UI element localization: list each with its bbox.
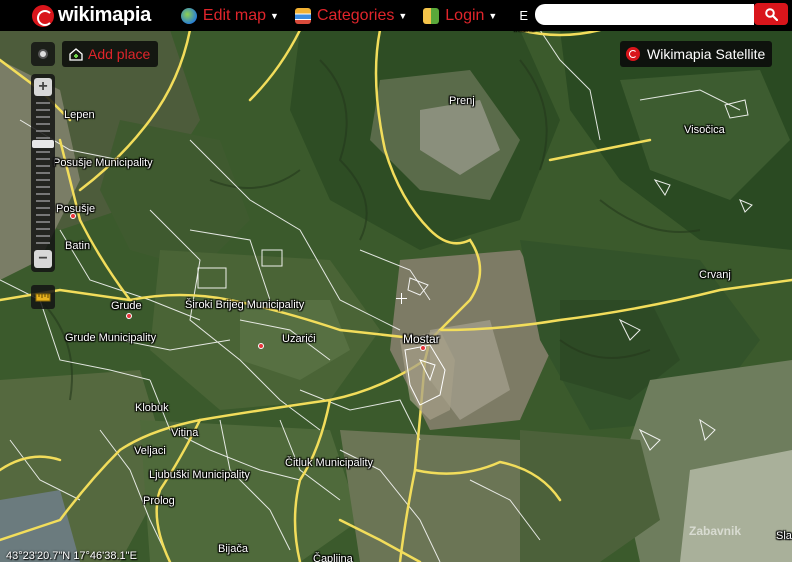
- place-label[interactable]: Vitina: [171, 427, 198, 439]
- wikimapia-icon: [626, 47, 640, 61]
- place-marker[interactable]: [70, 213, 76, 219]
- login-icon: [423, 7, 440, 24]
- search-button[interactable]: [754, 3, 788, 25]
- map-type-button[interactable]: Wikimapia Satellite: [620, 41, 772, 67]
- place-label[interactable]: Prenj: [449, 95, 475, 107]
- wikimapia-logo[interactable]: wikimapia: [32, 0, 151, 31]
- caret-down-icon: ▼: [270, 10, 279, 21]
- place-label[interactable]: Grude Municipality: [65, 332, 156, 344]
- place-label[interactable]: Ljubuški Municipality: [149, 469, 250, 481]
- caret-down-icon: ▼: [488, 10, 498, 21]
- login-menu[interactable]: Login ▼: [423, 0, 497, 31]
- place-label[interactable]: Čapljina: [313, 553, 353, 562]
- place-marker[interactable]: [258, 343, 264, 349]
- place-label[interactable]: Grude: [111, 300, 142, 312]
- place-label[interactable]: Posušje: [56, 203, 95, 215]
- add-place-icon: [69, 48, 83, 61]
- place-label[interactable]: Lepen: [64, 109, 95, 121]
- globe-icon: [180, 7, 197, 24]
- zoom-slider-track[interactable]: [36, 102, 50, 244]
- edit-map-menu[interactable]: Edit map ▼: [180, 0, 279, 31]
- more-menu[interactable]: E: [519, 8, 528, 23]
- categories-icon: [294, 7, 311, 24]
- add-place-label: Add place: [88, 46, 151, 62]
- search-icon: [764, 7, 778, 21]
- categories-menu[interactable]: Categories ▼: [294, 0, 408, 31]
- edit-map-label: Edit map: [202, 6, 267, 24]
- map-type-label: Wikimapia Satellite: [647, 46, 766, 62]
- zoom-control: + −: [31, 74, 55, 272]
- zoom-in-button[interactable]: +: [34, 78, 52, 96]
- add-place-button[interactable]: Add place: [62, 41, 159, 67]
- zoom-slider-thumb[interactable]: [32, 139, 54, 148]
- place-label[interactable]: Bijača: [218, 543, 248, 555]
- login-label: Login: [445, 6, 485, 24]
- place-label[interactable]: Sla: [776, 530, 792, 542]
- place-label[interactable]: Posušje Municipality: [53, 157, 153, 169]
- place-label[interactable]: Uzarići: [282, 333, 316, 345]
- search-input[interactable]: [535, 4, 754, 25]
- place-label[interactable]: Široki Brijeg Municipality: [185, 299, 304, 311]
- place-label[interactable]: Klobuk: [135, 402, 169, 414]
- zoom-out-button[interactable]: −: [34, 250, 52, 268]
- map-imagery: [0, 0, 792, 562]
- categories-label: Categories: [316, 6, 395, 24]
- coordinates-readout: 43°23'20.7"N 17°46'38.1"E: [6, 550, 137, 562]
- caret-down-icon: ▼: [398, 10, 408, 21]
- top-bar: wikimapia Edit map ▼ Categories ▼ Login …: [0, 0, 792, 31]
- map-crosshair: [396, 293, 407, 304]
- place-label[interactable]: Visočica: [684, 124, 725, 136]
- place-label[interactable]: Crvanj: [699, 269, 731, 281]
- ruler-button[interactable]: [31, 285, 55, 309]
- place-label[interactable]: Veljaci: [134, 445, 166, 457]
- brand-name: wikimapia: [58, 4, 151, 26]
- layer-toggle-button[interactable]: [31, 42, 55, 66]
- place-label[interactable]: Čitluk Municipality: [285, 457, 373, 469]
- wikimapia-logo-icon: [32, 4, 54, 27]
- place-marker[interactable]: [126, 313, 132, 319]
- layer-dot-icon: [38, 49, 48, 59]
- satellite-map[interactable]: Kolo Prenj Visočica Lepen Posušje Munici…: [0, 0, 792, 562]
- place-label[interactable]: Batin: [65, 240, 90, 252]
- place-label[interactable]: Mostar: [403, 332, 440, 346]
- place-label[interactable]: Zabavnik: [689, 524, 741, 538]
- ruler-icon: [35, 293, 51, 302]
- place-marker[interactable]: [420, 345, 426, 351]
- place-label[interactable]: Prolog: [143, 495, 175, 507]
